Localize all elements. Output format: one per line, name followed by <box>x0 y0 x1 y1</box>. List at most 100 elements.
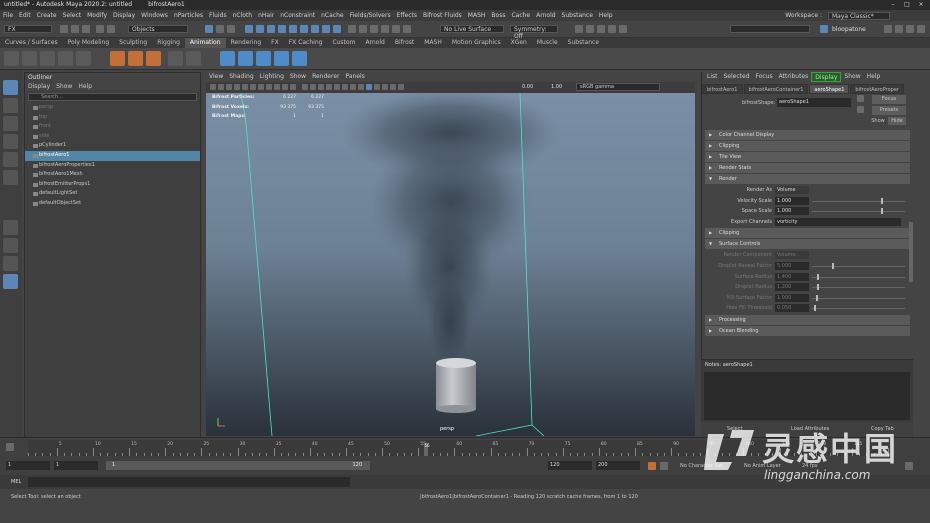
bookmark-icon[interactable] <box>226 84 232 90</box>
shelf-tab[interactable]: Curves / Surfaces <box>0 38 63 48</box>
menu-item[interactable]: File <box>0 10 16 21</box>
current-frame-marker[interactable]: 56 <box>424 443 430 456</box>
input-connection-icon[interactable] <box>857 95 864 102</box>
shelf-tab[interactable]: XGen <box>506 38 532 48</box>
viewport-menu-item[interactable]: Panels <box>342 72 367 82</box>
preferences-icon[interactable] <box>905 462 913 470</box>
slider-knob[interactable] <box>813 305 816 312</box>
output-connection-icon[interactable] <box>857 106 864 113</box>
toggle-panel-icon[interactable] <box>884 25 892 33</box>
menu-item[interactable]: nParticles <box>171 10 206 21</box>
menu-item[interactable]: Effects <box>394 10 420 21</box>
menu-item[interactable]: nCache <box>318 10 346 21</box>
new-scene-icon[interactable] <box>60 25 68 33</box>
time-ruler[interactable]: 5 10 15 20 25 30 35 40 45 50 55 60 65 70 75 80 85 90 95 100… <box>28 440 889 456</box>
shelf-tab[interactable]: FX <box>266 38 284 48</box>
workspace-dropdown[interactable]: Maya Classic* <box>828 11 890 20</box>
lasso-tool-icon[interactable] <box>3 98 18 113</box>
menu-set-dropdown[interactable]: FX <box>4 25 52 33</box>
search-input[interactable] <box>730 25 810 33</box>
paint-select-icon[interactable] <box>3 116 18 131</box>
shelf-tab[interactable]: Poly Modeling <box>63 38 115 48</box>
outliner-search-input[interactable]: Search... <box>28 93 197 101</box>
menu-item[interactable]: Substance <box>559 10 596 21</box>
mask-icon[interactable] <box>267 25 275 33</box>
mask-icon[interactable] <box>289 25 297 33</box>
slider-knob[interactable] <box>817 273 820 280</box>
shelf-tab[interactable]: Muscle <box>532 38 563 48</box>
textured-icon[interactable] <box>334 84 340 90</box>
range-end-field[interactable]: 120 <box>548 461 592 470</box>
shelf-tab[interactable]: FX Caching <box>284 38 328 48</box>
grid-icon[interactable] <box>242 84 248 90</box>
attr-section-header[interactable]: Clipping <box>705 141 910 151</box>
character-set-icon[interactable] <box>660 462 668 470</box>
attr-field[interactable]: 1.200 <box>775 283 809 292</box>
ik-handle-icon[interactable] <box>110 51 125 66</box>
menu-item[interactable]: Fields/Solvers <box>347 10 394 21</box>
shelf-tab[interactable]: Custom <box>327 38 360 48</box>
outliner-menu-item[interactable]: Show <box>56 82 72 91</box>
attr-dropdown[interactable]: Volume <box>775 186 809 194</box>
mel-label[interactable]: MEL <box>11 478 21 486</box>
save-scene-icon[interactable] <box>82 25 90 33</box>
attr-tab[interactable]: bifrostAeroProper <box>850 84 904 94</box>
redo-icon[interactable] <box>107 25 115 33</box>
snap-grid-icon[interactable] <box>348 25 356 33</box>
slider-knob[interactable] <box>815 294 818 301</box>
blend-shape-icon[interactable] <box>168 51 183 66</box>
attr-field[interactable]: 1.400 <box>775 272 809 281</box>
outliner-item[interactable]: persp <box>25 103 200 113</box>
gamma-value[interactable]: 1.00 <box>551 82 562 92</box>
mel-input[interactable] <box>28 477 350 487</box>
select-hierarchy-icon[interactable] <box>205 25 213 33</box>
shelf-tab[interactable]: Motion Graphics <box>447 38 506 48</box>
outliner-item[interactable]: bifrostAeroProperties1 <box>25 161 200 171</box>
menu-item[interactable]: Windows <box>138 10 171 21</box>
attr-slider[interactable] <box>809 303 913 314</box>
attr-menu-item[interactable]: Help <box>864 72 884 82</box>
outliner-item[interactable]: defaultObjectSet <box>25 199 200 209</box>
fps-dropdown[interactable]: 24 fps <box>802 463 818 469</box>
attr-section-header[interactable]: Render <box>705 174 910 184</box>
mask-icon[interactable] <box>322 25 330 33</box>
isolate-icon[interactable] <box>366 84 372 90</box>
undo-icon[interactable] <box>96 25 104 33</box>
shelf-menu-icon[interactable] <box>4 51 19 66</box>
mask-icon[interactable] <box>245 25 253 33</box>
select-tool-icon[interactable] <box>3 80 18 95</box>
attr-tab[interactable]: aeroShape1 <box>809 84 850 94</box>
safe-action-icon[interactable] <box>282 84 288 90</box>
four-pane-icon[interactable] <box>3 238 18 253</box>
shelf-tab[interactable]: Substance <box>563 38 604 48</box>
mask-icon[interactable] <box>300 25 308 33</box>
range-slider[interactable]: 1 120 <box>106 461 370 470</box>
attr-field[interactable]: 1.000 <box>775 293 809 302</box>
end-time-field[interactable]: 200 <box>596 461 640 470</box>
attr-tab[interactable]: bifrostAero1 <box>702 84 743 94</box>
snap-curve-icon[interactable] <box>359 25 367 33</box>
outliner-item[interactable]: defaultLightSet <box>25 189 200 199</box>
menu-item[interactable]: MASH <box>465 10 489 21</box>
shape-name-field[interactable]: aeroShape1 <box>777 98 851 107</box>
hypershade-icon[interactable] <box>608 25 616 33</box>
select-component-icon[interactable] <box>227 25 235 33</box>
render-icon[interactable] <box>575 25 583 33</box>
attr-menu-item[interactable]: List <box>704 72 721 82</box>
attr-menu-item[interactable]: Selected <box>721 72 753 82</box>
viewport-menu-item[interactable]: Shading <box>226 72 256 82</box>
image-plane-icon[interactable] <box>234 84 240 90</box>
attr-slider[interactable] <box>809 261 913 272</box>
ambient-occlusion-icon[interactable] <box>358 84 364 90</box>
key-translate-icon[interactable] <box>40 51 55 66</box>
copy-tab-button[interactable]: Copy Tab <box>871 425 894 434</box>
shelf-tab[interactable]: Rendering <box>226 38 267 48</box>
menu-item[interactable]: Boss <box>488 10 508 21</box>
film-gate-icon[interactable] <box>250 84 256 90</box>
viewport-menu-item[interactable]: Show <box>287 72 309 82</box>
outliner-item[interactable]: front <box>25 122 200 132</box>
key-rotate-icon[interactable] <box>58 51 73 66</box>
exposure-icon[interactable] <box>398 84 404 90</box>
toggle-panel-icon[interactable] <box>906 25 914 33</box>
shelf-tab[interactable]: Rigging <box>152 38 185 48</box>
